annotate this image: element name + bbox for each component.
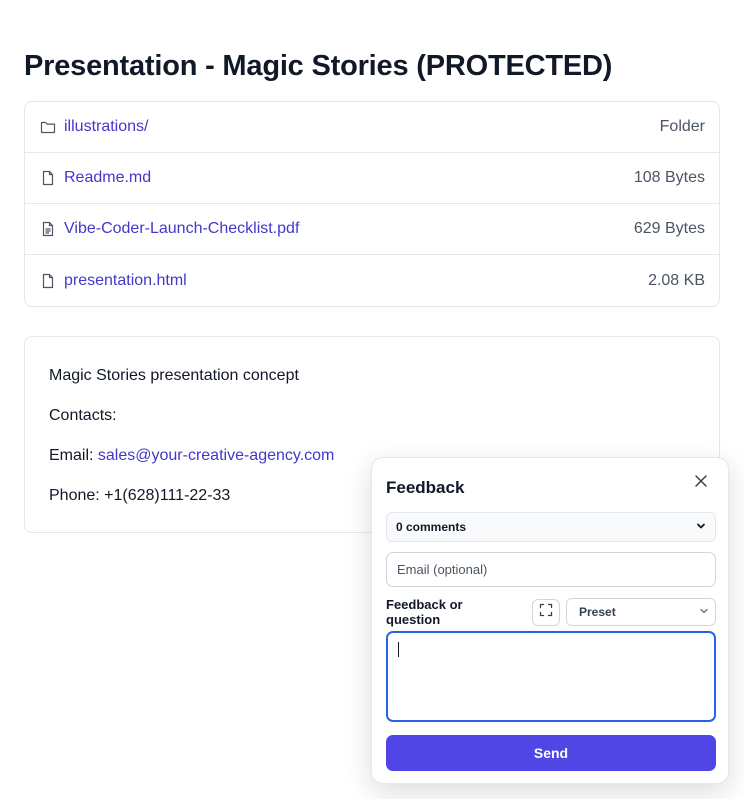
close-icon bbox=[694, 475, 708, 492]
expand-icon bbox=[539, 603, 553, 622]
folder-icon bbox=[39, 118, 57, 136]
chevron-down-icon bbox=[696, 520, 706, 534]
readme-contacts-label: Contacts: bbox=[49, 407, 117, 424]
email-label: Email: bbox=[49, 447, 94, 464]
comments-dropdown[interactable]: 0 comments bbox=[386, 512, 716, 542]
file-link[interactable]: Readme.md bbox=[64, 169, 634, 187]
file-size: Folder bbox=[659, 118, 705, 135]
feedback-question-label: Feedback or question bbox=[386, 597, 463, 627]
feedback-textarea[interactable] bbox=[386, 631, 716, 722]
file-link[interactable]: presentation.html bbox=[64, 272, 648, 290]
file-icon bbox=[39, 272, 57, 290]
file-size: 108 Bytes bbox=[633, 169, 705, 186]
preset-label: Preset bbox=[579, 605, 616, 619]
file-list: illustrations/ Folder Readme.md 108 Byte… bbox=[24, 101, 720, 307]
close-button[interactable] bbox=[694, 474, 712, 492]
readme-description: Magic Stories presentation concept bbox=[49, 367, 299, 384]
text-cursor bbox=[398, 642, 399, 657]
file-size: 2.08 KB bbox=[648, 271, 705, 289]
feedback-title: Feedback bbox=[386, 478, 465, 497]
file-icon bbox=[39, 169, 57, 187]
comments-label: 0 comments bbox=[396, 520, 467, 534]
feedback-widget: Feedback 0 comments Feedback or question… bbox=[371, 457, 729, 784]
email-input[interactable] bbox=[386, 552, 716, 587]
file-link[interactable]: illustrations/ bbox=[64, 118, 660, 136]
chevron-down-icon bbox=[699, 605, 709, 619]
page-title: Presentation - Magic Stories (PROTECTED) bbox=[24, 50, 613, 82]
file-link[interactable]: Vibe-Coder-Launch-Checklist.pdf bbox=[64, 220, 634, 238]
file-row-presentation[interactable]: presentation.html 2.08 KB bbox=[25, 255, 719, 306]
file-row-readme[interactable]: Readme.md 108 Bytes bbox=[25, 153, 719, 204]
send-button[interactable]: Send bbox=[386, 735, 716, 771]
preset-select[interactable]: Preset bbox=[566, 598, 716, 626]
expand-button[interactable] bbox=[532, 599, 560, 626]
file-row-checklist[interactable]: Vibe-Coder-Launch-Checklist.pdf 629 Byte… bbox=[25, 204, 719, 255]
email-link[interactable]: sales@your-creative-agency.com bbox=[98, 447, 334, 464]
file-text-icon bbox=[39, 220, 57, 238]
file-row-illustrations[interactable]: illustrations/ Folder bbox=[25, 102, 719, 153]
file-size: 629 Bytes bbox=[633, 220, 705, 237]
